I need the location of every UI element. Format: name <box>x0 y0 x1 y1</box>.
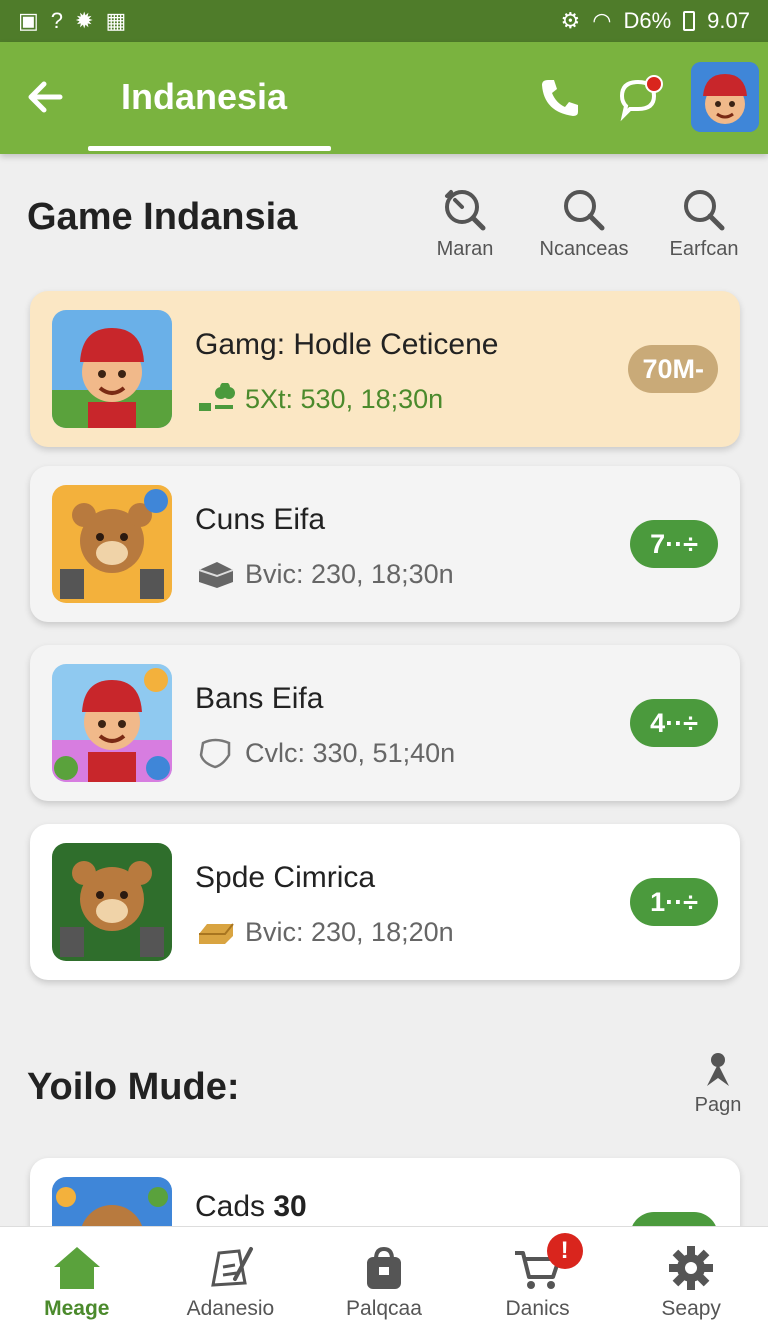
game-badge[interactable]: 7··÷ <box>630 520 718 568</box>
search-icon <box>684 190 725 231</box>
game-card[interactable]: Cuns Eifa Bvic: 230, 18;30n 7··÷ <box>30 466 740 622</box>
nav-label: Palqcaa <box>346 1297 422 1320</box>
back-arrow-icon <box>28 81 63 113</box>
grid-app-icon: ▦ <box>105 8 127 33</box>
game-title-bold: 30 <box>273 1190 307 1223</box>
bag-icon <box>366 1246 401 1289</box>
game-meta-text: Cvlc: 330, 51;40n <box>245 737 456 768</box>
game-card[interactable]: Bans Eifa Cvlc: 330, 51;40n 4··÷ <box>30 645 740 801</box>
box-icon <box>198 562 234 588</box>
alarm-icon: ⚙ <box>560 8 581 33</box>
game-thumbnail <box>52 310 172 428</box>
active-tab-indicator <box>88 146 331 151</box>
filter-button-earfcan[interactable]: Earfcan <box>654 186 754 261</box>
game-meta: 5Xt: 530, 18;30n <box>195 383 443 415</box>
game-title-prefix: Cads <box>195 1190 274 1223</box>
game-badge[interactable]: 4··÷ <box>630 699 718 747</box>
home-icon <box>53 1247 100 1289</box>
notification-badge: ! <box>546 1233 583 1269</box>
avatar[interactable] <box>691 62 759 132</box>
gold-bar-icon <box>199 923 234 944</box>
clover-icon <box>199 383 235 411</box>
filter-label-ncanceas: Ncanceas <box>539 238 629 260</box>
nav-item-palqcaa[interactable]: Palqcaa <box>309 1245 459 1321</box>
game-card[interactable]: Gamg: Hodle Ceticene 5Xt: 530, 18;30n 70… <box>30 291 740 447</box>
nav-label: Adanesio <box>186 1297 275 1320</box>
game-title: Cuns Eifa <box>195 503 326 536</box>
game-badge[interactable]: 70M- <box>628 345 718 393</box>
game-title: Cads 30 <box>195 1190 307 1224</box>
call-button[interactable] <box>538 76 582 120</box>
filter-button-maran[interactable]: Maran <box>415 186 515 261</box>
game-meta-text: Bvic: 230, 18;30n <box>245 558 454 589</box>
question-icon: ? <box>50 8 64 33</box>
game-thumbnail <box>52 843 172 961</box>
game-title: Spde Cimrica <box>195 861 376 894</box>
game-character-image <box>52 664 172 782</box>
filter-button-ncanceas[interactable]: Ncanceas <box>534 186 634 261</box>
edit-icon <box>211 1247 254 1287</box>
status-time: 9.07 <box>707 8 750 33</box>
battery-icon <box>683 11 696 31</box>
pagn-label: Pagn <box>694 1094 742 1116</box>
nav-item-meage[interactable]: Meage <box>2 1245 152 1321</box>
status-left-icons: ▣ ? ✹ ▦ <box>18 10 126 32</box>
person-pin-icon <box>707 1053 729 1086</box>
nav-label: Seapy <box>661 1297 721 1320</box>
nav-label: Meage <box>44 1297 110 1320</box>
game-card[interactable]: Spde Cimrica Bvic: 230, 18;20n 1··÷ <box>30 824 740 980</box>
signal-battery-text: D6% <box>623 8 672 33</box>
game-title: Gamg: Hodle Ceticene <box>195 328 499 361</box>
chat-bubble-icon <box>619 75 663 122</box>
bottom-navigation: Meage Adanesio Palqcaa ! Danics Seapy <box>0 1226 768 1344</box>
pagn-button[interactable]: Pagn <box>686 1052 750 1117</box>
game-thumbnail <box>52 485 172 603</box>
chat-button[interactable] <box>616 72 666 122</box>
search-icon <box>564 190 605 231</box>
status-right-icons: ⚙ ◠ D6% 9.07 <box>561 8 750 34</box>
avatar-character-icon <box>691 62 759 132</box>
game-badge[interactable]: 1··÷ <box>630 878 718 926</box>
gear-icon <box>669 1246 714 1290</box>
section-title: Game Indansia <box>27 196 298 238</box>
filter-label-earfcan: Earfcan <box>669 238 739 260</box>
filter-label-maran: Maran <box>436 238 494 260</box>
image-icon: ▣ <box>18 8 39 33</box>
game-character-image <box>52 843 172 961</box>
status-bar: ▣ ? ✹ ▦ ⚙ ◠ D6% 9.07 <box>0 0 768 42</box>
back-button[interactable] <box>24 76 66 118</box>
app-bar: Indanesia <box>0 42 768 154</box>
game-character-image <box>52 485 172 603</box>
phone-icon <box>542 80 578 116</box>
game-meta-text: 5Xt: 530, 18;30n <box>245 383 444 414</box>
game-meta-text: Bvic: 230, 18;20n <box>245 916 454 947</box>
game-meta: Bvic: 230, 18;30n <box>195 558 454 590</box>
wifi-icon: ◠ <box>592 8 612 33</box>
section-title-2: Yoilo Mude: <box>27 1066 240 1108</box>
nav-item-adanesio[interactable]: Adanesio <box>155 1245 305 1321</box>
shield-icon <box>199 738 231 769</box>
game-meta: Bvic: 230, 18;20n <box>195 916 454 948</box>
clock-search-icon <box>445 190 486 231</box>
nav-item-seapy[interactable]: Seapy <box>616 1245 766 1321</box>
game-thumbnail <box>52 664 172 782</box>
game-character-image <box>52 310 172 428</box>
app-bar-title: Indanesia <box>121 76 288 117</box>
bug-icon: ✹ <box>75 8 94 33</box>
game-title: Bans Eifa <box>195 682 324 715</box>
nav-item-danics[interactable]: ! Danics <box>463 1233 613 1321</box>
game-meta: Cvlc: 330, 51;40n <box>195 737 455 769</box>
nav-label: Danics <box>505 1297 570 1320</box>
